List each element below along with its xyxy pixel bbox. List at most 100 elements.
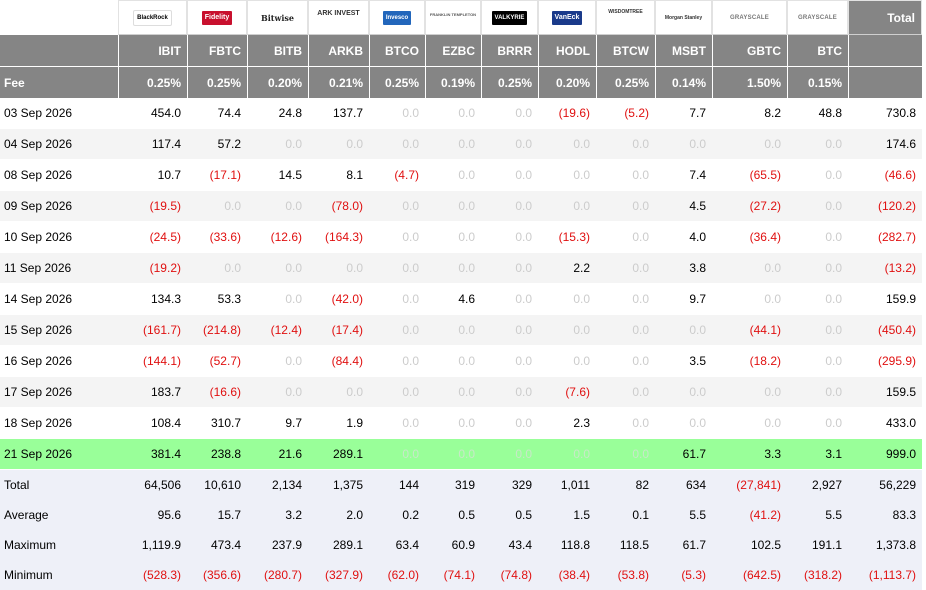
row-date: 04 Sep 2026 bbox=[0, 129, 118, 160]
flow-cell: 0.0 bbox=[538, 284, 596, 315]
flow-cell: 0.0 bbox=[425, 315, 481, 346]
grayscale-logo: GRAYSCALE bbox=[730, 14, 769, 21]
summary-cell: (62.0) bbox=[369, 560, 425, 590]
ticker-bitb: BITB bbox=[247, 35, 308, 66]
summary-cell: (528.3) bbox=[118, 560, 187, 590]
summary-cell: 3.2 bbox=[247, 500, 308, 530]
summary-stats: Total 64,506 10,610 2,134 1,375 144 319 329 1,01… bbox=[0, 470, 922, 590]
flow-cell: 0.0 bbox=[712, 377, 787, 408]
flow-cell: 0.0 bbox=[247, 377, 308, 408]
corner-cell bbox=[0, 0, 118, 35]
total-column-header: Total bbox=[848, 0, 922, 35]
row-date: 03 Sep 2026 bbox=[0, 98, 118, 129]
row-total: (282.7) bbox=[848, 222, 922, 253]
ticker-gbtc: GBTC bbox=[712, 35, 787, 66]
fee-value: 0.20% bbox=[538, 66, 596, 98]
issuer-logo-cell: Bitwise bbox=[247, 0, 308, 35]
fidelity-logo: Fidelity bbox=[201, 10, 233, 25]
flow-cell: 238.8 bbox=[187, 439, 247, 470]
flow-cell: (4.7) bbox=[369, 160, 425, 191]
flow-cell: 8.2 bbox=[712, 98, 787, 129]
ticker-corner bbox=[0, 35, 118, 66]
flow-cell: 0.0 bbox=[481, 129, 538, 160]
flow-cell: (19.2) bbox=[118, 253, 187, 284]
row-date: 15 Sep 2026 bbox=[0, 315, 118, 346]
row-date: 21 Sep 2026 bbox=[0, 439, 118, 470]
summary-cell: 1,119.9 bbox=[118, 530, 187, 560]
flow-cell: 0.0 bbox=[308, 253, 369, 284]
flow-cell: 289.1 bbox=[308, 439, 369, 470]
summary-cell: 102.5 bbox=[712, 530, 787, 560]
table-row: 15 Sep 2026 (161.7) (214.8) (12.4) (17.4) 0.0… bbox=[0, 315, 922, 346]
flow-cell: 0.0 bbox=[247, 346, 308, 377]
flow-cell: 0.0 bbox=[369, 284, 425, 315]
ticker-msbt: MSBT bbox=[655, 35, 712, 66]
row-total: (46.6) bbox=[848, 160, 922, 191]
summary-cell: 2.0 bbox=[308, 500, 369, 530]
summary-cell: (318.2) bbox=[787, 560, 848, 590]
flow-cell: 0.0 bbox=[481, 377, 538, 408]
flow-cell: 0.0 bbox=[308, 129, 369, 160]
summary-total: 56,229 bbox=[848, 470, 922, 500]
flow-cell: 0.0 bbox=[369, 408, 425, 439]
flow-cell: 0.0 bbox=[425, 98, 481, 129]
flow-cell: 0.0 bbox=[787, 253, 848, 284]
row-total: 999.0 bbox=[848, 439, 922, 470]
summary-cell: 82 bbox=[596, 470, 655, 500]
flow-cell: 0.0 bbox=[425, 346, 481, 377]
flow-cell: 0.0 bbox=[247, 191, 308, 222]
flow-cell: 0.0 bbox=[425, 222, 481, 253]
summary-cell: (41.2) bbox=[712, 500, 787, 530]
flow-cell: 0.0 bbox=[538, 315, 596, 346]
row-date: 16 Sep 2026 bbox=[0, 346, 118, 377]
summary-cell: (38.4) bbox=[538, 560, 596, 590]
flow-cell: 0.0 bbox=[712, 253, 787, 284]
ticker-total-blank bbox=[848, 35, 922, 66]
flow-cell: 0.0 bbox=[655, 377, 712, 408]
flow-cell: 48.8 bbox=[787, 98, 848, 129]
flow-cell: 0.0 bbox=[247, 284, 308, 315]
flow-cell: 57.2 bbox=[187, 129, 247, 160]
flow-cell: 0.0 bbox=[655, 408, 712, 439]
summary-cell: 1.5 bbox=[538, 500, 596, 530]
flow-cell: 0.0 bbox=[247, 253, 308, 284]
ark-logo: ARK INVEST bbox=[317, 9, 360, 17]
flow-cell: 0.0 bbox=[787, 222, 848, 253]
row-total: (13.2) bbox=[848, 253, 922, 284]
summary-cell: 95.6 bbox=[118, 500, 187, 530]
flow-cell: 10.7 bbox=[118, 160, 187, 191]
flow-cell: 2.3 bbox=[538, 408, 596, 439]
summary-label: Total bbox=[0, 470, 118, 500]
summary-cell: 61.7 bbox=[655, 530, 712, 560]
flow-cell: (44.1) bbox=[712, 315, 787, 346]
flow-cell: (42.0) bbox=[308, 284, 369, 315]
flow-cell: 117.4 bbox=[118, 129, 187, 160]
flow-cell: 3.8 bbox=[655, 253, 712, 284]
table-row: 21 Sep 2026 381.4 238.8 21.6 289.1 0.0 0.0 0.0 0… bbox=[0, 439, 922, 470]
summary-cell: 1,011 bbox=[538, 470, 596, 500]
flow-cell: (27.2) bbox=[712, 191, 787, 222]
summary-label: Average bbox=[0, 500, 118, 530]
flow-cell: 0.0 bbox=[596, 222, 655, 253]
summary-cell: 0.5 bbox=[425, 500, 481, 530]
flow-cell: 0.0 bbox=[481, 408, 538, 439]
fee-value: 1.50% bbox=[712, 66, 787, 98]
flow-cell: 381.4 bbox=[118, 439, 187, 470]
row-date: 11 Sep 2026 bbox=[0, 253, 118, 284]
issuer-logo-cell: FRANKLIN TEMPLETON bbox=[425, 0, 481, 35]
table-row: 18 Sep 2026 108.4 310.7 9.7 1.9 0.0 0.0 0.0 2.3 0… bbox=[0, 408, 922, 439]
table-row: 04 Sep 2026 117.4 57.2 0.0 0.0 0.0 0.0 0.0 0.0 0.… bbox=[0, 129, 922, 160]
ticker-ibit: IBIT bbox=[118, 35, 187, 66]
fee-value: 0.25% bbox=[187, 66, 247, 98]
ticker-btc: BTC bbox=[787, 35, 848, 66]
etf-flows-table: BlackRock Fidelity Bitwise ARK INVEST Invesc… bbox=[0, 0, 922, 590]
summary-cell: 144 bbox=[369, 470, 425, 500]
row-date: 14 Sep 2026 bbox=[0, 284, 118, 315]
flow-cell: 0.0 bbox=[369, 129, 425, 160]
valkyrie-logo: VALKYRIE bbox=[491, 10, 528, 25]
fee-label: Fee bbox=[0, 66, 118, 98]
flow-cell: 0.0 bbox=[712, 129, 787, 160]
invesco-logo: Invesco bbox=[382, 10, 412, 25]
issuer-logo-cell: VanEck bbox=[538, 0, 596, 35]
flow-cell: 0.0 bbox=[655, 129, 712, 160]
